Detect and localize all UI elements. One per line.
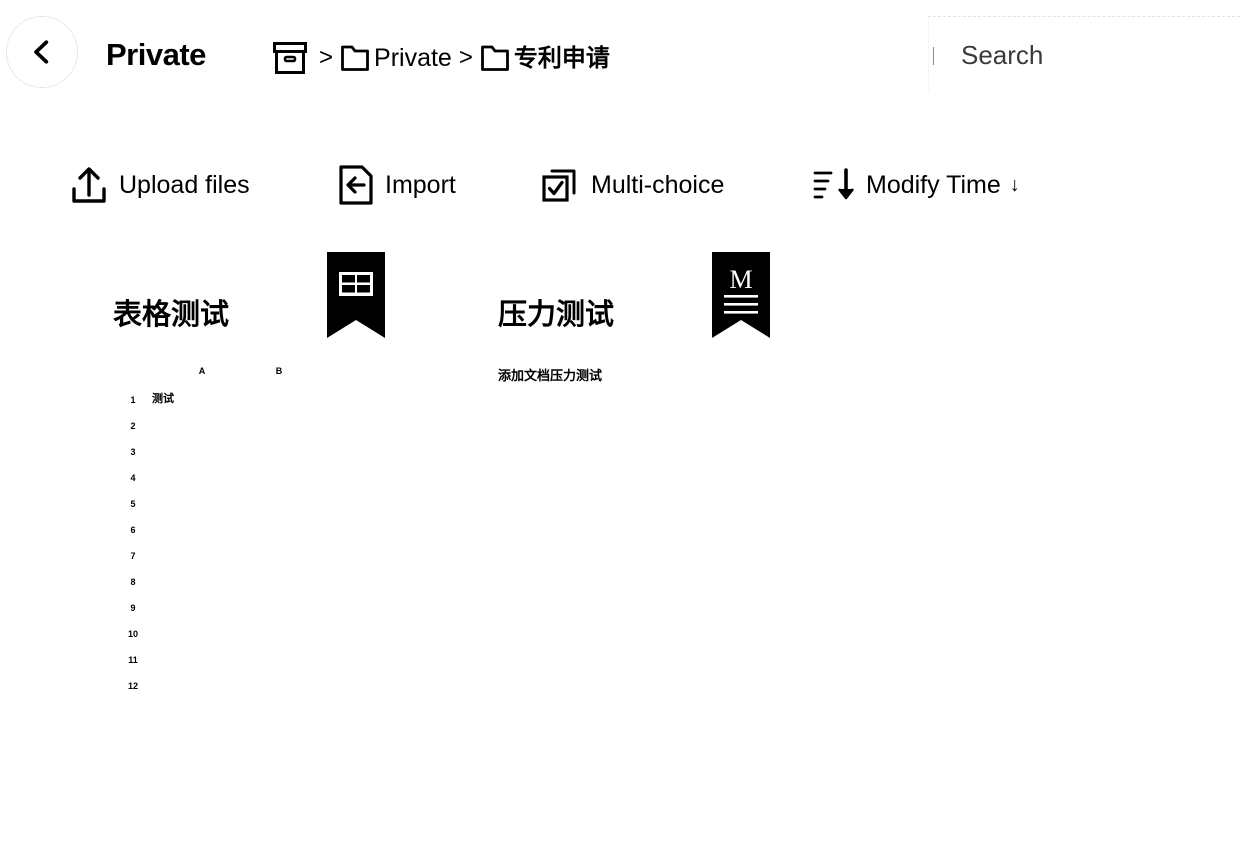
search-input[interactable]: Search [928,16,1240,92]
breadcrumb-item-private[interactable]: Private [340,43,452,73]
spreadsheet-row: 12 [117,676,367,702]
upload-tray-icon [72,167,106,203]
toolbar: Upload files Import Multi-choice Modify … [0,155,1240,215]
upload-files-button[interactable]: Upload files [70,155,250,215]
multi-choice-button[interactable]: Multi-choice [540,155,724,215]
chevron-left-icon [34,40,49,64]
spreadsheet-column-header: B [275,366,283,376]
folder-icon [341,45,369,71]
sort-direction-arrow: ↓ [1009,174,1020,196]
spreadsheet-cell: 测试 [152,392,174,405]
spreadsheet-row-number: 8 [130,577,136,587]
file-title: 表格测试 [113,297,230,331]
spreadsheet-row-number: 6 [130,525,136,535]
app-header: Private > Private > 专利申请 Search [0,0,1240,112]
sort-descending-icon [813,168,855,200]
breadcrumb-label-current: 专利申请 [513,44,610,72]
archive-box-icon [273,42,307,74]
spreadsheet-row: 6 [117,520,367,546]
breadcrumb-label-private: Private [374,44,452,72]
checkbox-stack-icon [542,169,576,202]
spreadsheet-row-number: 9 [130,603,136,613]
spreadsheet-row-number: 4 [130,473,136,483]
spreadsheet-preview: A B 1 测试 2 3 4 5 6 7 8 9 10 11 12 [117,365,367,695]
import-button[interactable]: Import [338,155,456,215]
spreadsheet-row-number: 10 [127,629,138,639]
file-grid: 表格测试 A B 1 测试 2 3 4 5 6 7 8 9 10 11 12 M… [0,240,1240,740]
spreadsheet-row: 7 [117,546,367,572]
breadcrumb-separator: > [458,44,473,71]
file-card[interactable]: 表格测试 A B 1 测试 2 3 4 5 6 7 8 9 10 11 12 [105,240,415,710]
spreadsheet-row: 2 [117,416,367,442]
file-card[interactable]: M 压力测试 添加文档压力测试 [490,240,800,710]
spreadsheet-row: 9 [117,598,367,624]
file-subtitle: 添加文档压力测试 [498,369,603,384]
search-placeholder: Search [961,40,1044,70]
spreadsheet-row-number: 3 [130,447,136,457]
table-bookmark-icon [327,252,385,338]
svg-text:M: M [729,265,752,294]
sort-modify-time-button[interactable]: Modify Time ↓ [812,155,1020,215]
markdown-bookmark-icon: M [712,252,770,338]
spreadsheet-row: 3 [117,442,367,468]
spreadsheet-row: 4 [117,468,367,494]
upload-files-label: Upload files [119,171,250,199]
breadcrumb: > Private > 专利申请 [272,36,610,80]
back-button[interactable] [6,16,78,88]
folder-icon [480,45,509,71]
import-label: Import [385,171,456,199]
breadcrumb-item-archive[interactable] [272,41,312,75]
breadcrumb-separator: > [319,44,334,71]
spreadsheet-row-number: 7 [130,551,136,561]
page-title: Private [106,37,206,72]
spreadsheet-row-number: 1 [130,395,136,405]
spreadsheet-row-number: 12 [127,681,138,691]
search-caret [933,47,934,65]
spreadsheet-row: 8 [117,572,367,598]
spreadsheet-rows: 1 测试 2 3 4 5 6 7 8 9 10 11 12 [117,390,367,702]
spreadsheet-row-number: 5 [130,499,136,509]
breadcrumb-item-current[interactable]: 专利申请 [480,43,610,73]
spreadsheet-row: 11 [117,650,367,676]
document-import-icon [339,165,373,205]
multi-choice-label: Multi-choice [591,171,725,199]
spreadsheet-row-number: 11 [128,655,138,665]
sort-modify-time-label: Modify Time [866,171,1001,199]
spreadsheet-column-header: A [198,366,206,376]
spreadsheet-row: 1 测试 [117,390,367,416]
spreadsheet-row: 10 [117,624,367,650]
spreadsheet-column-headers: A B [117,365,367,385]
spreadsheet-row: 5 [117,494,367,520]
spreadsheet-row-number: 2 [130,421,136,431]
file-title: 压力测试 [498,297,615,331]
